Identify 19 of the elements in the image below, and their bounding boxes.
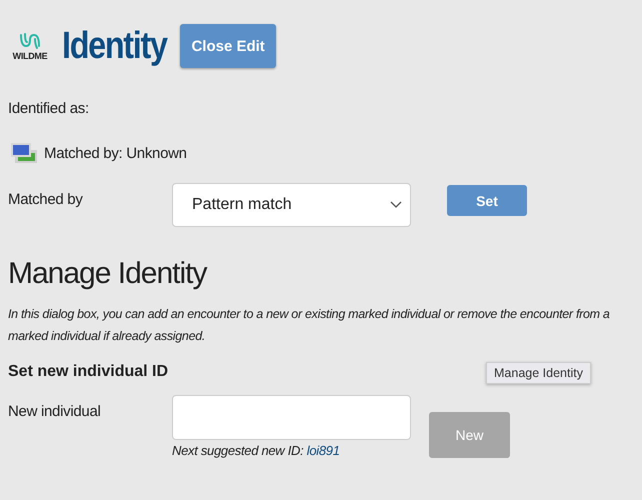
matched-by-label: Matched by [8,190,84,208]
individual-id-field[interactable] [172,395,411,440]
set-button[interactable]: Set [447,185,527,216]
section-heading: Manage Identity [8,257,208,291]
logo-text: WILDME [12,50,48,60]
logo-icon [19,32,41,50]
suggested-id-hint: Next suggested new ID: loi891 [172,443,341,458]
tooltip: Manage Identity [486,362,591,384]
close-edit-button[interactable]: Close Edit [180,24,276,68]
match-type-dropdown[interactable]: Pattern match [172,183,411,227]
suggested-id-link[interactable]: loi891 [306,443,340,458]
chevron-down-icon [390,201,402,209]
description-text: In this dialog box, you can add an encounter to a new or existing marked individual or remove the encounter from a marked individual if already assigned. [8,306,611,345]
identified-label: Identified as: [8,100,90,117]
matched-status: Matched by: Unknown [44,144,187,162]
new-individual-label: New individual [8,402,102,420]
monitor-icon [10,141,38,165]
subsection-heading: Set new individual ID [8,363,168,381]
page-title: Identity [62,24,167,68]
